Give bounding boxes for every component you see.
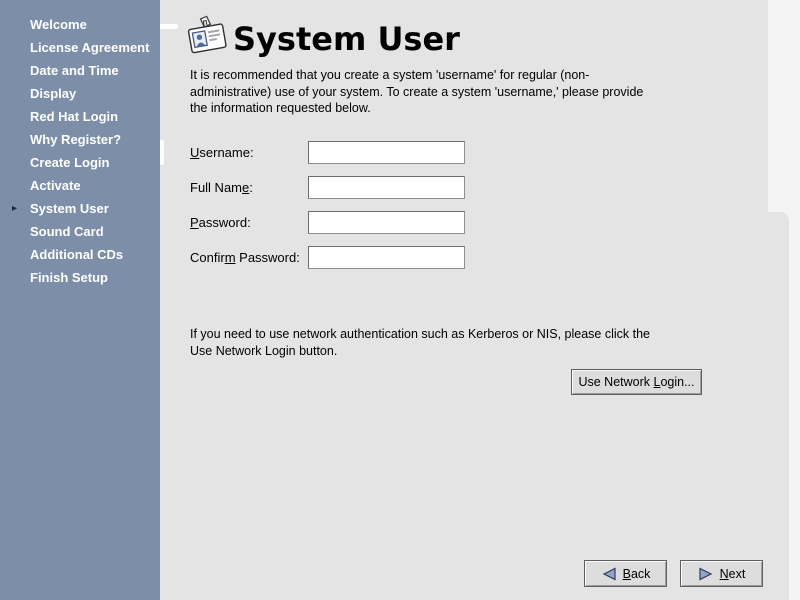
username-row: Username:: [190, 141, 254, 164]
sidebar-step-label: Activate: [30, 178, 81, 193]
confirm-password-row: Confirm Password:: [190, 246, 300, 269]
sidebar-step-label: Why Register?: [30, 132, 121, 147]
next-button-label: Next: [720, 567, 746, 581]
confirm-password-label: Confirm Password:: [190, 250, 300, 265]
password-row: Password:: [190, 211, 251, 234]
sidebar-step-label: License Agreement: [30, 40, 149, 55]
panel-notch-vertical: [160, 140, 164, 165]
password-input[interactable]: [308, 211, 465, 234]
full-name-input[interactable]: [308, 176, 465, 199]
sidebar-step-why-register: Why Register?: [0, 128, 160, 151]
sidebar-step-label: Red Hat Login: [30, 109, 118, 124]
back-button-label: Back: [623, 567, 651, 581]
current-step-arrow-icon: ▸: [12, 197, 30, 220]
use-network-login-button[interactable]: Use Network Login...: [571, 369, 702, 395]
sidebar-step-additional-cds: Additional CDs: [0, 243, 160, 266]
firstboot-window: Welcome License Agreement Date and Time …: [0, 0, 800, 600]
sidebar-step-label: Display: [30, 86, 76, 101]
username-label: Username:: [190, 145, 254, 160]
network-auth-note: If you need to use network authenticatio…: [190, 326, 650, 360]
wizard-steps-sidebar: Welcome License Agreement Date and Time …: [0, 0, 160, 600]
page-title: System User: [233, 20, 460, 58]
back-button[interactable]: Back: [584, 560, 667, 587]
sidebar-step-display: Display: [0, 82, 160, 105]
full-name-label: Full Name:: [190, 180, 253, 195]
content-panel-extension: [768, 212, 789, 600]
intro-line: the information requested below.: [190, 100, 643, 117]
sidebar-step-label: Additional CDs: [30, 247, 123, 262]
sidebar-step-red-hat-login: Red Hat Login: [0, 105, 160, 128]
sidebar-step-label: Finish Setup: [30, 270, 108, 285]
username-input[interactable]: [308, 141, 465, 164]
wizard-step-list: Welcome License Agreement Date and Time …: [0, 13, 160, 289]
intro-line: administrative) use of your system. To c…: [190, 84, 643, 101]
password-label: Password:: [190, 215, 251, 230]
sidebar-step-label: Create Login: [30, 155, 109, 170]
sidebar-step-finish-setup: Finish Setup: [0, 266, 160, 289]
sidebar-step-system-user-current: ▸System User: [0, 197, 160, 220]
sidebar-step-license-agreement: License Agreement: [0, 36, 160, 59]
panel-notch-dash: [160, 24, 178, 29]
sidebar-step-sound-card: Sound Card: [0, 220, 160, 243]
arrow-left-icon: [601, 567, 617, 581]
use-network-login-label: Use Network Login...: [578, 375, 694, 389]
intro-paragraph: It is recommended that you create a syst…: [190, 67, 643, 117]
id-badge-icon: [187, 13, 229, 59]
sidebar-step-date-and-time: Date and Time: [0, 59, 160, 82]
sidebar-step-create-login: Create Login: [0, 151, 160, 174]
sidebar-step-label: Welcome: [30, 17, 87, 32]
network-auth-line: Use Network Login button.: [190, 343, 650, 360]
full-name-row: Full Name:: [190, 176, 253, 199]
arrow-right-icon: [698, 567, 714, 581]
sidebar-step-label: System User: [30, 201, 109, 216]
intro-line: It is recommended that you create a syst…: [190, 67, 643, 84]
network-auth-line: If you need to use network authenticatio…: [190, 326, 650, 343]
sidebar-step-label: Date and Time: [30, 63, 119, 78]
next-button[interactable]: Next: [680, 560, 763, 587]
sidebar-step-label: Sound Card: [30, 224, 104, 239]
confirm-password-input[interactable]: [308, 246, 465, 269]
sidebar-step-welcome: Welcome: [0, 13, 160, 36]
sidebar-step-activate: Activate: [0, 174, 160, 197]
